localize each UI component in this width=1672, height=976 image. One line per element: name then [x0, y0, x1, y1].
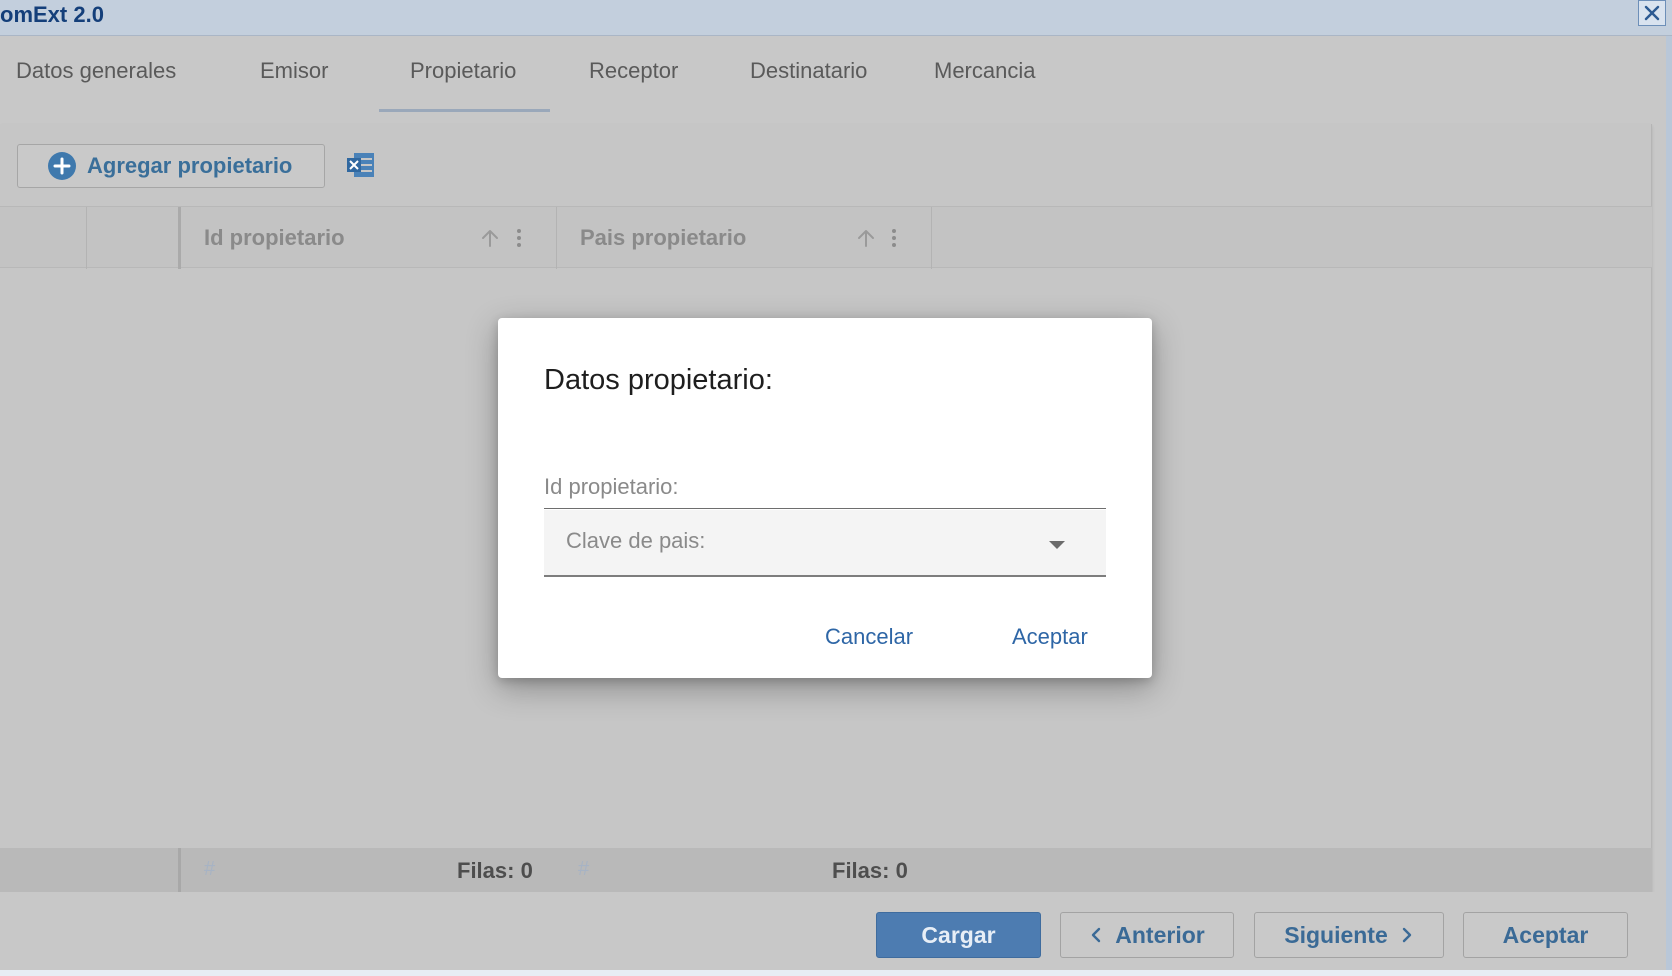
tab-destinatario[interactable]: Destinatario: [750, 58, 867, 84]
column-menu-icon[interactable]: [508, 227, 530, 249]
chevron-right-icon: [1402, 927, 1411, 943]
close-button[interactable]: [1638, 0, 1666, 26]
footer-hash: #: [578, 858, 590, 880]
column-header-pais-propietario[interactable]: Pais propietario: [580, 225, 746, 251]
active-tab-indicator: [379, 109, 550, 112]
siguiente-label: Siguiente: [1284, 921, 1388, 948]
footer-hash: #: [204, 858, 216, 880]
wizard-button-bar: Cargar Anterior Siguiente Aceptar: [0, 892, 1666, 976]
tab-propietario[interactable]: Propietario: [410, 58, 516, 84]
add-owner-button[interactable]: Agregar propietario: [17, 144, 325, 188]
id-propietario-underline: [544, 508, 1106, 509]
tab-mercancia[interactable]: Mercancia: [934, 58, 1035, 84]
grid-footer: # Filas: 0 # Filas: 0: [0, 848, 1652, 892]
title-bar: omExt 2.0: [0, 0, 1672, 36]
owner-data-dialog: Datos propietario: Id propietario: Clave…: [498, 318, 1152, 678]
close-icon: [1644, 5, 1660, 21]
footer-separator: [178, 848, 181, 892]
grid-header: Id propietario Pais propietario: [0, 206, 1652, 269]
aceptar-label: Aceptar: [1502, 921, 1589, 948]
tab-bar: Datos generales Emisor Propietario Recep…: [0, 36, 1666, 116]
anterior-button[interactable]: Anterior: [1060, 912, 1234, 958]
id-propietario-field[interactable]: Id propietario:: [544, 474, 679, 500]
column-separator: [931, 207, 932, 269]
application-window: omExt 2.0 Datos generales Emisor Propiet…: [0, 0, 1672, 976]
column-separator: [86, 207, 87, 269]
window-right-edge: [1666, 36, 1672, 976]
window-bottom-edge: [0, 970, 1672, 976]
column-header-id-propietario[interactable]: Id propietario: [204, 225, 345, 251]
window-title: omExt 2.0: [0, 2, 104, 27]
tab-receptor[interactable]: Receptor: [589, 58, 678, 84]
clave-de-pais-select[interactable]: Clave de pais:: [544, 510, 1106, 577]
sort-ascending-icon[interactable]: [479, 227, 501, 249]
plus-circle-icon: [48, 152, 76, 180]
row-count-pais-propietario: Filas: 0: [832, 858, 908, 883]
dropdown-arrow-icon: [1049, 541, 1065, 549]
anterior-label: Anterior: [1115, 921, 1205, 948]
add-owner-label: Agregar propietario: [87, 153, 293, 178]
clave-de-pais-label: Clave de pais:: [566, 528, 706, 553]
aceptar-button[interactable]: Aceptar: [1463, 912, 1628, 958]
dialog-accept-button[interactable]: Aceptar: [1012, 624, 1088, 650]
dialog-cancel-button[interactable]: Cancelar: [825, 624, 913, 650]
sort-ascending-icon[interactable]: [855, 227, 877, 249]
cargar-label: Cargar: [921, 921, 996, 948]
tab-datos-generales[interactable]: Datos generales: [16, 58, 176, 84]
column-separator: [556, 207, 557, 269]
column-separator: [178, 207, 181, 269]
cargar-button[interactable]: Cargar: [876, 912, 1041, 958]
column-menu-icon[interactable]: [883, 227, 905, 249]
tab-emisor[interactable]: Emisor: [260, 58, 328, 84]
excel-export-icon[interactable]: [346, 150, 376, 180]
chevron-left-icon: [1092, 927, 1101, 943]
siguiente-button[interactable]: Siguiente: [1254, 912, 1444, 958]
row-count-id-propietario: Filas: 0: [457, 858, 533, 883]
dialog-title: Datos propietario:: [544, 364, 773, 396]
